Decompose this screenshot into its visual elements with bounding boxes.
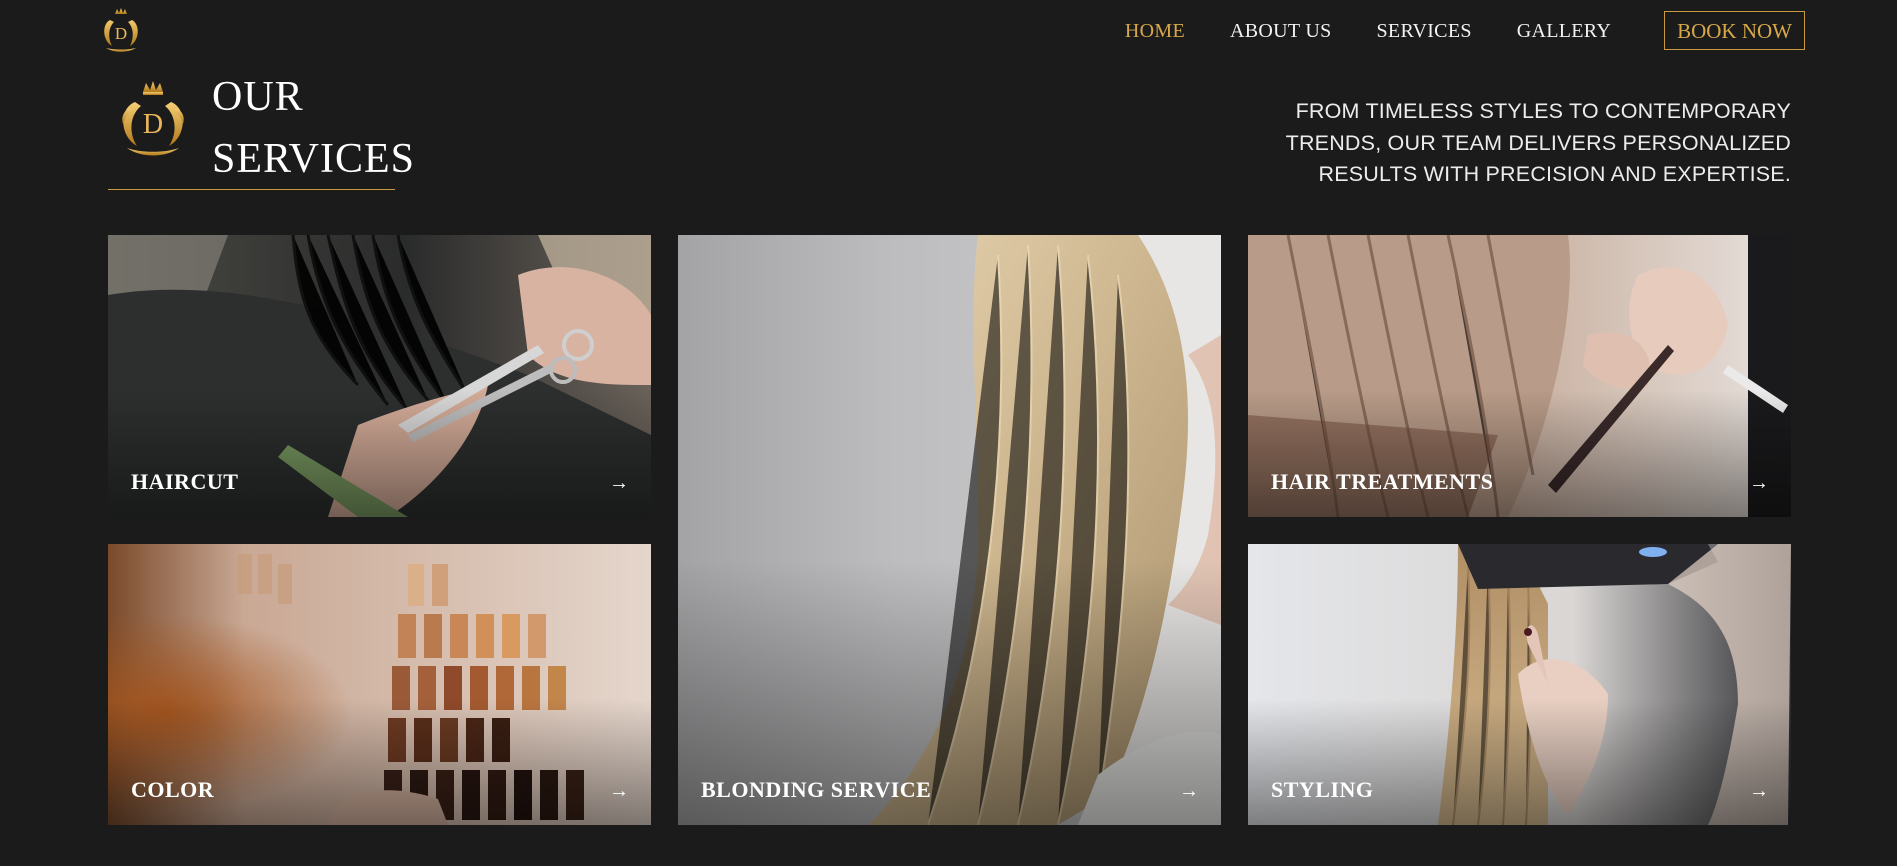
service-card-haircut[interactable]: HAIRCUT → — [108, 235, 651, 517]
crest-logo-icon: D — [111, 78, 195, 160]
card-shade — [108, 698, 651, 825]
svg-text:D: D — [143, 109, 163, 140]
crest-logo-icon[interactable]: D — [96, 6, 146, 54]
service-label: HAIRCUT — [131, 469, 239, 494]
card-shade — [1248, 698, 1791, 825]
service-card-hair-treatments[interactable]: HAIR TREATMENTS → — [1248, 235, 1791, 517]
nav-links: HOME ABOUT US SERVICES GALLERY BOOK NOW — [1080, 11, 1805, 50]
svg-text:D: D — [115, 24, 127, 43]
services-heading-block: D OUR SERVICES — [108, 66, 414, 190]
nav-services-link[interactable]: SERVICES — [1377, 12, 1472, 50]
page-title: OUR SERVICES — [212, 66, 415, 190]
service-card-blonding[interactable]: BLONDING SERVICE → — [678, 235, 1221, 825]
nav-about-link[interactable]: ABOUT US — [1230, 12, 1332, 50]
service-label: STYLING — [1271, 777, 1374, 802]
arrow-right-icon[interactable]: → — [609, 780, 629, 803]
arrow-right-icon[interactable]: → — [1749, 780, 1769, 803]
card-shade — [108, 390, 651, 517]
book-now-button[interactable]: BOOK NOW — [1664, 11, 1805, 50]
service-label: COLOR — [131, 777, 215, 802]
services-tagline: FROM TIMELESS STYLES TO CONTEMPORARY TRE… — [1285, 99, 1791, 186]
service-card-styling[interactable]: STYLING → — [1248, 544, 1791, 825]
nav-home-link[interactable]: HOME — [1125, 12, 1185, 50]
title-line-1: OUR — [212, 74, 304, 120]
arrow-right-icon[interactable]: → — [609, 472, 629, 495]
title-line-2: SERVICES — [212, 136, 416, 182]
top-navigation: D HOME ABOUT US SERVICES GALLERY BOOK NO… — [0, 0, 1897, 60]
service-label: BLONDING SERVICE — [701, 777, 932, 802]
service-label: HAIR TREATMENTS — [1271, 469, 1494, 494]
arrow-right-icon[interactable]: → — [1179, 780, 1199, 803]
nav-gallery-link[interactable]: GALLERY — [1517, 12, 1611, 50]
service-card-color[interactable]: COLOR → — [108, 544, 651, 825]
arrow-right-icon[interactable]: → — [1749, 472, 1769, 495]
card-shade — [1248, 390, 1791, 517]
